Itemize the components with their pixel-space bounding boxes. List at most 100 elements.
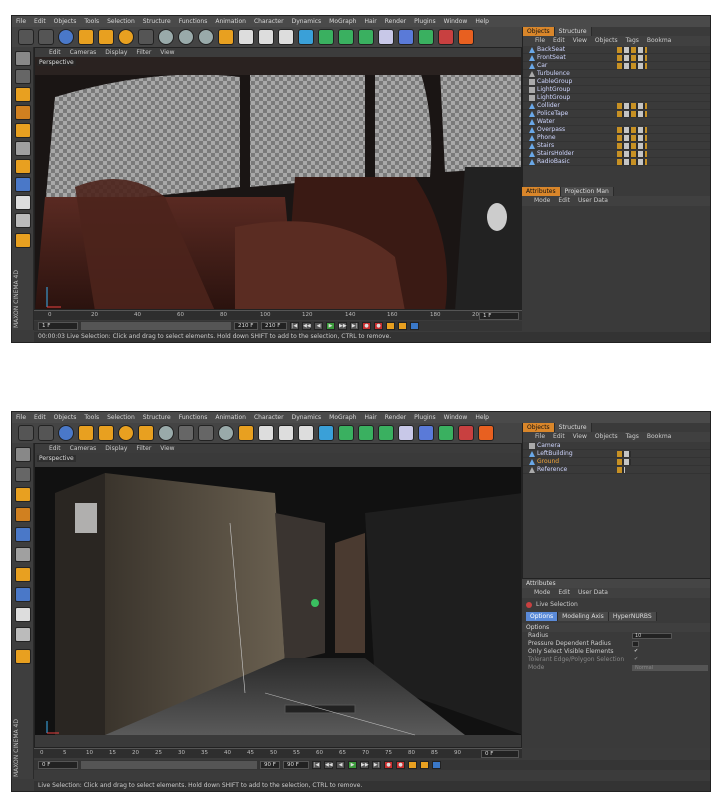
tag-icons[interactable] — [617, 111, 647, 117]
object-menu-bookmarks[interactable]: Bookma — [647, 36, 671, 46]
environment-icon[interactable] — [438, 425, 454, 441]
record-button[interactable]: ● — [362, 322, 371, 330]
tag-icons[interactable] — [617, 47, 647, 53]
texture-mode-icon[interactable] — [15, 507, 31, 522]
tag-icons[interactable] — [617, 127, 647, 133]
render-view-icon[interactable] — [238, 29, 254, 45]
menu-window[interactable]: Window — [444, 412, 468, 423]
polygons-mode-icon[interactable] — [15, 177, 31, 192]
object-menu-view[interactable]: View — [573, 432, 587, 442]
next-frame-button[interactable]: ▶▶ — [360, 761, 369, 769]
tab-options[interactable]: Options — [526, 612, 559, 621]
timeline-ruler[interactable]: 0 5 10 15 20 25 30 35 40 45 50 55 60 65 … — [34, 748, 522, 758]
object-row[interactable]: RadioBasic — [523, 158, 710, 166]
viewport-menu-cameras[interactable]: Cameras — [70, 48, 97, 57]
snap-icon[interactable] — [15, 649, 31, 664]
edges-mode-icon[interactable] — [15, 159, 31, 174]
menu-mograph[interactable]: MoGraph — [329, 16, 356, 27]
tab-structure[interactable]: Structure — [554, 27, 592, 36]
frame-end-field[interactable]: 210 F — [261, 322, 287, 330]
move-icon[interactable] — [78, 29, 94, 45]
attr-menu-edit[interactable]: Edit — [558, 196, 570, 206]
model-mode-icon[interactable] — [15, 69, 31, 84]
object-menu-file[interactable]: File — [535, 36, 545, 46]
light-icon[interactable] — [458, 29, 474, 45]
menu-hair[interactable]: Hair — [364, 412, 376, 423]
menu-edit[interactable]: Edit — [34, 412, 46, 423]
tab-attributes[interactable]: Attributes — [522, 187, 561, 196]
viewport-menu-view[interactable]: View — [160, 48, 174, 57]
workplane-icon[interactable] — [15, 123, 31, 138]
keyframe-selection-button[interactable] — [386, 322, 395, 330]
frame-range-slider[interactable] — [81, 761, 257, 769]
z-axis-icon[interactable] — [218, 425, 234, 441]
menu-selection[interactable]: Selection — [107, 16, 135, 27]
array-icon[interactable] — [378, 425, 394, 441]
tag-icons[interactable] — [617, 143, 647, 149]
object-row[interactable]: CableGroup — [523, 78, 710, 86]
frame-range-end-field[interactable]: 90 F — [260, 761, 280, 769]
tab-modeling-axis[interactable]: Modeling Axis — [558, 612, 609, 621]
spline-pen-icon[interactable] — [338, 425, 354, 441]
spline-pen-icon[interactable] — [318, 29, 334, 45]
environment-icon[interactable] — [418, 29, 434, 45]
mode-dropdown[interactable]: Normal — [632, 665, 708, 671]
render-picture-viewer-icon[interactable] — [278, 425, 294, 441]
tweak-mode-icon[interactable] — [15, 627, 31, 642]
attr-menu-mode[interactable]: Mode — [534, 196, 550, 206]
menu-objects[interactable]: Objects — [54, 412, 77, 423]
render-picture-viewer-icon[interactable] — [258, 29, 274, 45]
object-row[interactable]: LeftBuilding — [523, 450, 710, 458]
previous-frame-button[interactable]: ◀ — [336, 761, 345, 769]
attr-menu-user-data[interactable]: User Data — [578, 196, 608, 206]
viewport-menu-display[interactable]: Display — [105, 48, 127, 57]
points-mode-icon[interactable] — [15, 547, 31, 562]
object-menu-tags[interactable]: Tags — [626, 432, 639, 442]
light-icon[interactable] — [478, 425, 494, 441]
object-row[interactable]: PoliceTape — [523, 110, 710, 118]
tag-icons[interactable] — [617, 55, 647, 61]
viewport-menu-display[interactable]: Display — [105, 444, 127, 453]
rotate-icon[interactable] — [118, 425, 134, 441]
tag-icons[interactable] — [617, 135, 647, 141]
array-icon[interactable] — [358, 29, 374, 45]
recent-tool-icon[interactable] — [158, 425, 174, 441]
menu-animation[interactable]: Animation — [215, 16, 246, 27]
nurbs-icon[interactable] — [358, 425, 374, 441]
menu-file[interactable]: File — [16, 412, 26, 423]
object-row[interactable]: Camera — [523, 442, 710, 450]
scale-icon[interactable] — [98, 29, 114, 45]
x-axis-icon[interactable] — [178, 425, 194, 441]
object-mode-icon[interactable] — [15, 487, 31, 502]
rotate-icon[interactable] — [118, 29, 134, 45]
object-row[interactable]: Water — [523, 118, 710, 126]
timeline-ruler[interactable]: 0 20 40 60 80 100 120 140 160 180 200 — [34, 310, 522, 320]
menu-tools[interactable]: Tools — [84, 16, 99, 27]
enable-axis-icon[interactable] — [15, 195, 31, 210]
viewport-menu-edit[interactable]: Edit — [49, 48, 61, 57]
viewport-camera-label[interactable]: Perspective — [37, 455, 76, 462]
y-axis-icon[interactable] — [178, 29, 194, 45]
frame-start-field[interactable]: 1 F — [38, 322, 78, 330]
live-selection-icon[interactable] — [58, 29, 74, 45]
tag-icons[interactable] — [617, 151, 647, 157]
object-menu-edit[interactable]: Edit — [553, 36, 565, 46]
undo-icon[interactable] — [18, 425, 34, 441]
live-selection-icon[interactable] — [58, 425, 74, 441]
menu-file[interactable]: File — [16, 16, 26, 27]
frame-range-end-field[interactable]: 210 F — [234, 322, 258, 330]
tab-hypernurbs[interactable]: HyperNURBS — [608, 612, 657, 621]
viewport-menu-filter[interactable]: Filter — [136, 48, 151, 57]
pressure-radius-checkbox[interactable] — [632, 641, 639, 647]
object-row-selected[interactable]: Ground — [523, 458, 710, 466]
edges-mode-icon[interactable] — [15, 567, 31, 582]
viewport-menu-view[interactable]: View — [160, 444, 174, 453]
polygons-mode-icon[interactable] — [15, 587, 31, 602]
tag-icons[interactable] — [617, 159, 647, 165]
menu-render[interactable]: Render — [385, 16, 406, 27]
record-button[interactable]: ● — [384, 761, 393, 769]
tab-structure[interactable]: Structure — [554, 423, 592, 432]
play-button[interactable]: ▶ — [326, 322, 335, 330]
points-mode-icon[interactable] — [15, 141, 31, 156]
menu-help[interactable]: Help — [475, 16, 489, 27]
